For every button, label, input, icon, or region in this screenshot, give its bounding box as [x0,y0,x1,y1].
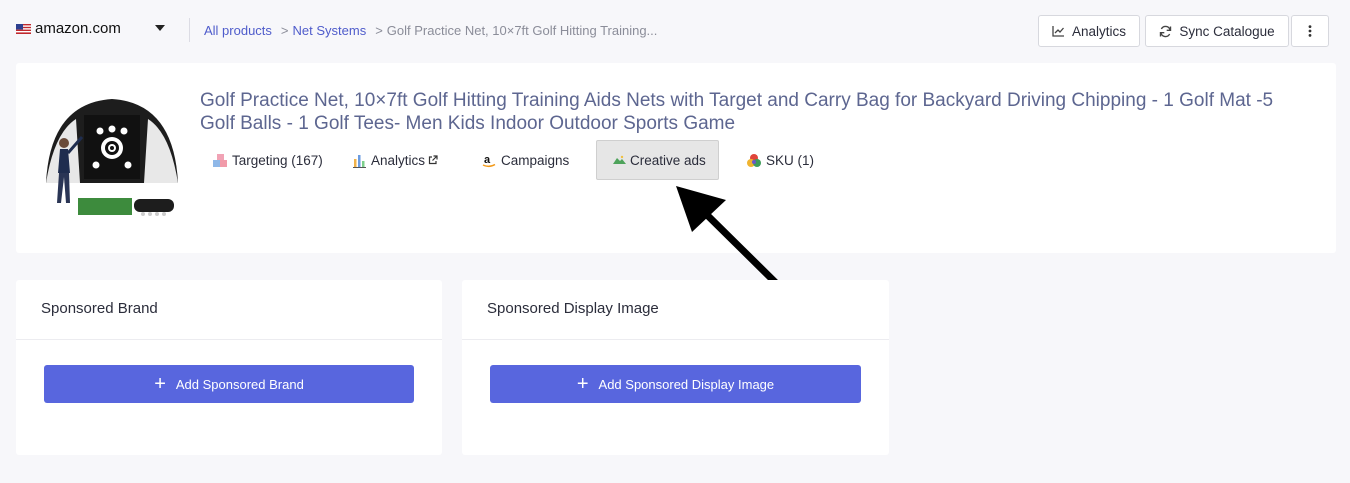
bar-chart-icon [353,154,366,168]
annotation-arrow-icon [676,186,780,287]
tab-targeting[interactable]: Targeting (167) [212,140,323,180]
sponsored-brand-card: Sponsored Brand + Add Sponsored Brand [16,280,442,455]
top-bar: amazon.com All products > Net Systems > … [0,0,1350,62]
card-divider [16,339,442,340]
tab-analytics[interactable]: Analytics [352,140,438,180]
tab-sku-label: SKU (1) [766,152,815,168]
tab-creative-ads-label: Creative ads [630,152,706,168]
analytics-button-label: Analytics [1071,23,1127,39]
add-sponsored-display-button[interactable]: + Add Sponsored Display Image [490,365,861,403]
refresh-icon [1160,25,1172,37]
more-options-button[interactable] [1291,15,1329,47]
caret-down-icon[interactable] [155,25,165,31]
plus-icon: + [576,373,589,395]
sync-catalogue-label: Sync Catalogue [1179,23,1275,39]
breadcrumb-all-products[interactable]: All products [204,23,272,38]
tab-campaigns-label: Campaigns [501,152,570,168]
tab-creative-ads[interactable]: Creative ads [596,140,719,180]
sponsored-display-card: Sponsored Display Image + Add Sponsored … [462,280,889,455]
sponsored-brand-title: Sponsored Brand [41,300,158,317]
tab-analytics-label: Analytics [371,152,426,168]
sync-catalogue-button[interactable]: Sync Catalogue [1145,15,1289,47]
breadcrumb-current: Golf Practice Net, 10×7ft Golf Hitting T… [386,23,658,38]
us-flag-icon [16,23,31,34]
breadcrumb-separator: > [375,23,383,38]
add-sponsored-brand-label: Add Sponsored Brand [175,376,304,392]
store-selector[interactable]: amazon.com [16,20,121,37]
amazon-icon: a [482,154,496,168]
product-title: Golf Practice Net, 10×7ft Golf Hitting T… [200,90,1274,134]
add-sponsored-brand-button[interactable]: + Add Sponsored Brand [44,365,414,403]
add-sponsored-display-label: Add Sponsored Display Image [598,376,775,392]
breadcrumb-category[interactable]: Net Systems [293,23,367,38]
divider [189,18,190,42]
line-chart-icon [1052,26,1064,37]
tab-campaigns[interactable]: a Campaigns [481,140,569,180]
svg-text:a: a [484,154,491,166]
card-divider [462,339,889,340]
tab-targeting-label: Targeting (167) [232,152,323,168]
breadcrumb: All products > Net Systems > Golf Practi… [204,23,657,38]
tab-sku[interactable]: SKU (1) [746,140,814,180]
product-image [46,99,178,216]
mountain-image-icon [613,155,626,164]
blocks-icon [213,153,227,167]
analytics-button[interactable]: Analytics [1038,15,1140,47]
sponsored-display-title: Sponsored Display Image [487,300,659,317]
external-link-icon [428,155,438,165]
breadcrumb-separator: > [280,23,289,38]
store-name: amazon.com [35,20,121,37]
plus-icon: + [154,373,166,395]
vertical-dots-icon [1308,25,1312,37]
color-circles-icon [747,153,761,167]
